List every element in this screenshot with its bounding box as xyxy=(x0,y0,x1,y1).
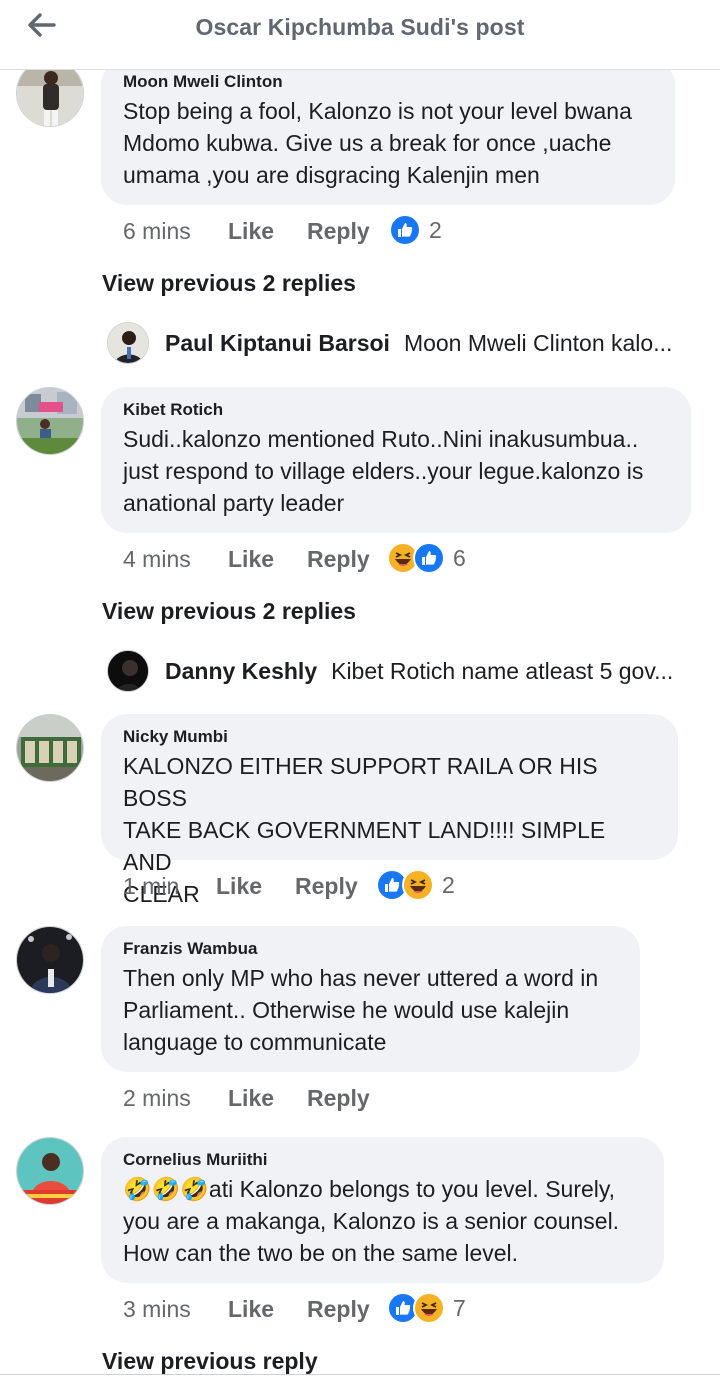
comment-time[interactable]: 4 mins xyxy=(123,546,191,573)
comment-actions: 2 mins Like Reply xyxy=(123,1085,423,1117)
comment-bubble[interactable]: Moon Mweli Clinton Stop being a fool, Ka… xyxy=(101,59,675,205)
comment-text: 🤣🤣🤣ati Kalonzo belongs to you level. Sur… xyxy=(123,1173,642,1269)
like-button[interactable]: Like xyxy=(228,546,274,573)
like-reaction-icon xyxy=(389,214,421,246)
reply-button[interactable]: Reply xyxy=(295,873,358,900)
comment-time[interactable]: 6 mins xyxy=(123,218,191,245)
reply-button[interactable]: Reply xyxy=(307,218,370,245)
reactions-summary[interactable]: 6 xyxy=(387,542,466,574)
laughing-emoji-icon: 🤣🤣🤣 xyxy=(123,1176,209,1202)
reply-button[interactable]: Reply xyxy=(307,1085,370,1112)
reply-text: Kibet Rotich name atleast 5 gov... xyxy=(331,657,674,684)
comment-author[interactable]: Franzis Wambua xyxy=(123,938,618,960)
reply-button[interactable]: Reply xyxy=(307,546,370,573)
like-button[interactable]: Like xyxy=(228,1296,274,1323)
comment-bubble[interactable]: Kibet Rotich Sudi..kalonzo mentioned Rut… xyxy=(101,387,691,533)
view-previous-replies-link[interactable]: View previous 2 replies xyxy=(102,598,356,625)
avatar[interactable] xyxy=(16,714,84,782)
reactions-summary[interactable]: 2 xyxy=(376,869,455,901)
reply-text: Moon Mweli Clinton kalo... xyxy=(403,329,673,356)
comment-text: Then only MP who has never uttered a wor… xyxy=(123,965,599,1055)
comment-actions: 6 mins Like Reply 2 xyxy=(123,214,483,250)
comment-author[interactable]: Cornelius Muriithi xyxy=(123,1149,642,1171)
comment-actions: 1 min Like Reply 2 xyxy=(123,869,483,905)
comment-time[interactable]: 1 min xyxy=(123,873,179,900)
avatar[interactable] xyxy=(16,926,84,994)
haha-reaction-icon xyxy=(413,1292,445,1324)
comment-author[interactable]: Moon Mweli Clinton xyxy=(123,71,653,93)
reaction-count: 2 xyxy=(442,871,455,898)
reply-preview[interactable]: Paul Kiptanui Barsoi Moon Mweli Clinton … xyxy=(107,322,697,364)
reaction-count: 7 xyxy=(453,1294,466,1321)
comment-actions: 3 mins Like Reply 7 xyxy=(123,1292,483,1328)
comment-bubble[interactable]: Nicky Mumbi KALONZO EITHER SUPPORT RAILA… xyxy=(101,714,678,907)
reaction-count: 2 xyxy=(429,216,442,243)
reactions-summary[interactable]: 7 xyxy=(387,1292,466,1324)
like-button[interactable]: Like xyxy=(216,873,262,900)
reactions-summary[interactable]: 2 xyxy=(389,214,442,246)
reply-preview[interactable]: Danny Keshly Kibet Rotich name atleast 5… xyxy=(107,650,697,692)
view-previous-replies-link[interactable]: View previous 2 replies xyxy=(102,270,356,297)
haha-reaction-icon xyxy=(402,869,434,901)
comment-time[interactable]: 2 mins xyxy=(123,1085,191,1112)
avatar[interactable] xyxy=(107,650,149,692)
comment-author[interactable]: Nicky Mumbi xyxy=(123,726,656,748)
view-previous-reply-link[interactable]: View previous reply xyxy=(102,1348,318,1375)
reply-author[interactable]: Danny Keshly xyxy=(165,658,317,685)
like-button[interactable]: Like xyxy=(228,218,274,245)
top-bar: Oscar Kipchumba Sudi's post xyxy=(0,0,720,70)
reaction-count: 6 xyxy=(453,544,466,571)
comment-actions: 4 mins Like Reply 6 xyxy=(123,542,483,578)
comment-text: Sudi..kalonzo mentioned Ruto..Nini inaku… xyxy=(123,426,644,516)
comment-bubble[interactable]: Cornelius Muriithi 🤣🤣🤣ati Kalonzo belong… xyxy=(101,1137,664,1283)
avatar[interactable] xyxy=(16,387,84,455)
comment-time[interactable]: 3 mins xyxy=(123,1296,191,1323)
reply-author[interactable]: Paul Kiptanui Barsoi xyxy=(165,330,390,357)
reply-button[interactable]: Reply xyxy=(307,1296,370,1323)
bottom-divider xyxy=(0,1374,720,1384)
comment-bubble[interactable]: Franzis Wambua Then only MP who has neve… xyxy=(101,926,640,1072)
comment-text: Stop being a fool, Kalonzo is not your l… xyxy=(123,98,632,188)
comment-author[interactable]: Kibet Rotich xyxy=(123,399,669,421)
like-reaction-icon xyxy=(413,542,445,574)
avatar[interactable] xyxy=(107,322,149,364)
like-button[interactable]: Like xyxy=(228,1085,274,1112)
avatar[interactable] xyxy=(16,1137,84,1205)
page-title: Oscar Kipchumba Sudi's post xyxy=(195,14,525,40)
